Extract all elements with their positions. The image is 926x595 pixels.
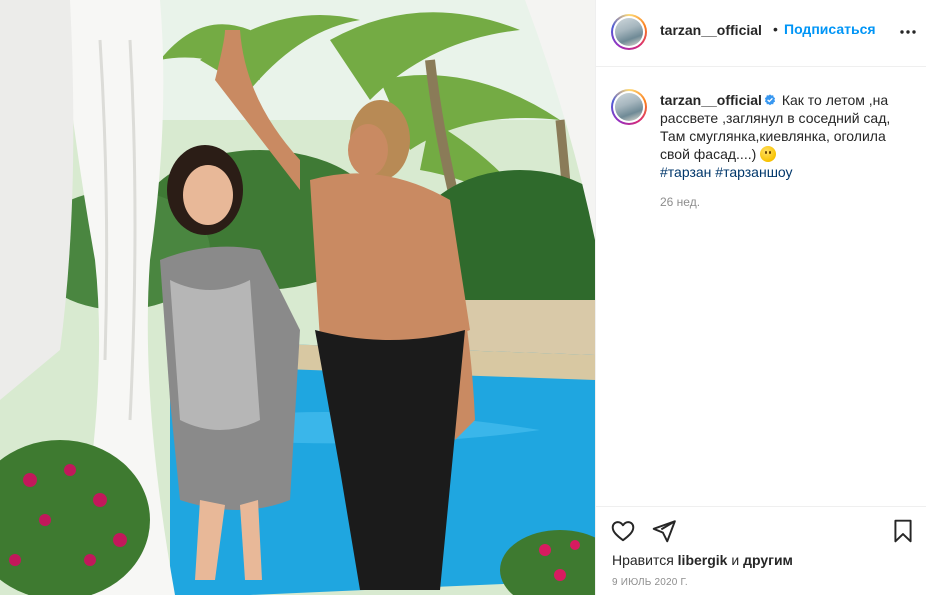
caption-author-avatar[interactable]: [611, 89, 647, 125]
verified-badge-icon: [764, 94, 776, 106]
paper-plane-icon[interactable]: [651, 518, 677, 544]
caption-body: tarzan__official Как то летом ,на рассве…: [660, 91, 918, 181]
likes-others[interactable]: другим: [743, 552, 793, 568]
smiling-face-emoji: [760, 146, 777, 162]
more-horizontal-icon[interactable]: [898, 22, 918, 42]
likes-conjunction: и: [731, 552, 740, 568]
hashtag-tarzanshow[interactable]: #тарзаншоу: [715, 164, 792, 180]
post-photo[interactable]: [0, 0, 595, 595]
likes-prefix: Нравится: [612, 552, 674, 568]
author-username[interactable]: tarzan__official: [660, 22, 762, 38]
instagram-post: tarzan__official • Подписаться tarzan__o…: [0, 0, 926, 595]
heart-icon[interactable]: [610, 518, 636, 544]
header-separator: •: [773, 21, 778, 37]
likes-user[interactable]: libergik: [678, 552, 728, 568]
post-actions: Нравится libergik и другим 9 ИЮЛЬ 2020 Г…: [596, 506, 926, 595]
post-time-ago[interactable]: 26 нед.: [660, 195, 700, 209]
likes-summary[interactable]: Нравится libergik и другим: [612, 552, 793, 568]
bookmark-icon[interactable]: [890, 518, 916, 544]
post-date[interactable]: 9 ИЮЛЬ 2020 Г.: [612, 577, 688, 588]
follow-button[interactable]: Подписаться: [784, 21, 876, 37]
caption-username[interactable]: tarzan__official: [660, 92, 762, 108]
hashtag-tarzan[interactable]: #тарзан: [660, 164, 711, 180]
post-side-panel: tarzan__official • Подписаться tarzan__o…: [595, 0, 926, 595]
post-photo-illustration: [0, 0, 595, 595]
post-header: tarzan__official • Подписаться: [596, 0, 926, 67]
author-avatar[interactable]: [611, 14, 647, 50]
